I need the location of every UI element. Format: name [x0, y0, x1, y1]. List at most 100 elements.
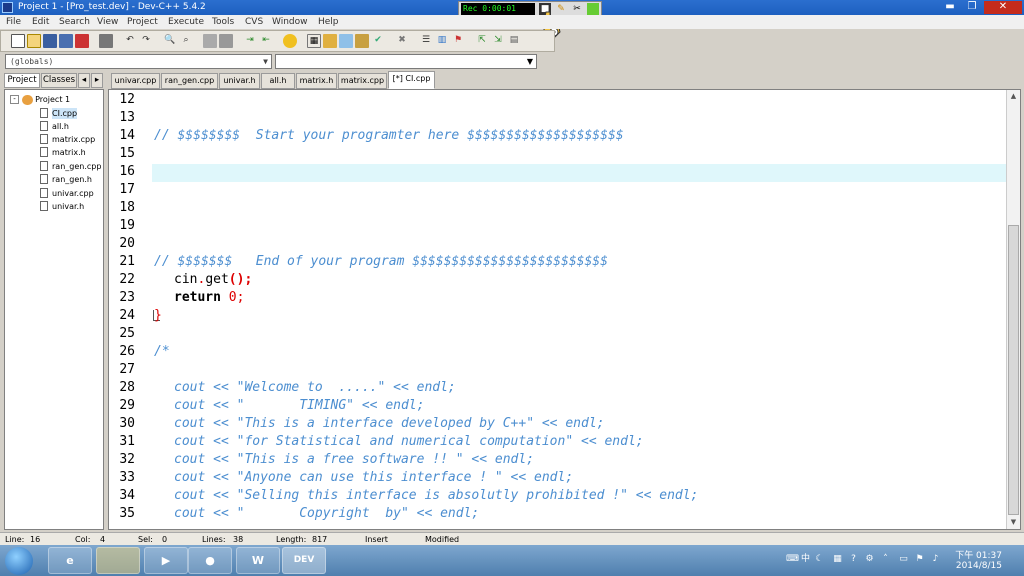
start-button[interactable]: [5, 547, 33, 575]
file-tab-univar-h[interactable]: univar.h: [219, 73, 260, 89]
profile-icon[interactable]: ⚑: [451, 34, 465, 48]
code-line-31: cout << "for Statistical and numerical c…: [174, 434, 644, 449]
tab-scroll-right[interactable]: ▸: [91, 73, 103, 88]
file-tab-matrix-cpp[interactable]: matrix.cpp: [338, 73, 387, 89]
tab-scroll-left[interactable]: ◂: [78, 73, 90, 88]
tab-project[interactable]: Project: [4, 73, 40, 88]
goto-icon[interactable]: ⇥: [243, 34, 257, 48]
chrome-icon[interactable]: ●: [188, 547, 232, 574]
scroll-down-icon[interactable]: ▼: [1007, 516, 1020, 529]
menu-window[interactable]: Window: [272, 16, 308, 28]
chevron-up-icon[interactable]: ˄: [880, 554, 891, 565]
options-icon[interactable]: ▤: [507, 34, 521, 48]
word-icon[interactable]: W: [236, 547, 280, 574]
find-icon[interactable]: 🔍: [163, 34, 177, 48]
maximize-button[interactable]: ❐: [962, 1, 982, 14]
add-file-icon[interactable]: ⇱: [475, 34, 489, 48]
tree-file[interactable]: CI.cpp: [40, 108, 78, 119]
scope-combo[interactable]: (globals) ▼: [5, 54, 272, 69]
save-all-icon[interactable]: [59, 34, 73, 48]
file-tab-all-h[interactable]: all.h: [261, 73, 295, 89]
status-sel-label: Sel:: [138, 535, 153, 544]
tree-file[interactable]: univar.h: [40, 201, 84, 212]
tree-file[interactable]: ran_gen.cpp: [40, 161, 101, 172]
line-number: 14: [119, 128, 135, 143]
menu-help[interactable]: Help: [318, 16, 339, 28]
project-icon: [21, 94, 33, 105]
stop-execution-icon[interactable]: ✖: [395, 34, 409, 48]
vertical-scrollbar[interactable]: ▲ ▼: [1006, 90, 1020, 529]
line-number: 18: [119, 200, 135, 215]
menu-search[interactable]: Search: [59, 16, 90, 28]
menu-cvs[interactable]: CVS: [245, 16, 263, 28]
grid-icon[interactable]: ▦: [307, 34, 321, 48]
tree-file[interactable]: univar.cpp: [40, 188, 94, 199]
print-icon[interactable]: [99, 34, 113, 48]
app-icon[interactable]: [2, 2, 13, 13]
tree-file[interactable]: matrix.cpp: [40, 134, 95, 145]
tab-classes[interactable]: Classes: [41, 73, 77, 88]
compile-run-icon[interactable]: [355, 34, 369, 48]
devcpp-icon[interactable]: DEV: [282, 547, 326, 574]
chinese-ime-icon[interactable]: 中: [800, 554, 811, 565]
function-combo[interactable]: ▼: [275, 54, 537, 69]
check-icon[interactable]: ✔: [371, 34, 385, 48]
media-player-icon[interactable]: ▶: [144, 547, 188, 574]
open-file-icon[interactable]: [27, 34, 41, 48]
scroll-up-icon[interactable]: ▲: [1007, 90, 1020, 103]
ie-icon[interactable]: e: [48, 547, 92, 574]
file-tab-ci-cpp[interactable]: [*] CI.cpp: [388, 71, 435, 89]
file-tab-univar-cpp[interactable]: univar.cpp: [111, 73, 160, 89]
settings-icon[interactable]: ⚙: [864, 554, 875, 565]
remove-file-icon[interactable]: ⇲: [491, 34, 505, 48]
status-lines-label: Lines:: [202, 535, 226, 544]
tree-file[interactable]: ran_gen.h: [40, 174, 92, 185]
scrollbar-thumb[interactable]: [1008, 225, 1019, 515]
code-editor[interactable]: 12 13 14 15 16 17 18 19 20 21 22 23 24 2…: [108, 89, 1021, 530]
menu-execute[interactable]: Execute: [168, 16, 204, 28]
run-icon[interactable]: [339, 34, 353, 48]
menu-view[interactable]: View: [97, 16, 118, 28]
clock-time[interactable]: 下午 01:37: [955, 548, 1002, 561]
volume-icon[interactable]: ♪: [930, 554, 941, 565]
grid-icon[interactable]: ▦: [832, 554, 843, 565]
minimize-button[interactable]: ▬: [940, 1, 960, 14]
explorer-icon[interactable]: [96, 547, 140, 574]
undo-icon[interactable]: ↶: [123, 34, 137, 48]
ime-icon[interactable]: ⌨: [786, 554, 799, 565]
close-file-icon[interactable]: [75, 34, 89, 48]
close-button[interactable]: ✕: [984, 1, 1022, 14]
save-icon[interactable]: [43, 34, 57, 48]
debug-icon[interactable]: ☰: [419, 34, 433, 48]
scissors-icon[interactable]: ✂: [571, 3, 583, 15]
collapse-icon[interactable]: -: [10, 95, 19, 104]
green-square-icon[interactable]: [587, 3, 599, 15]
network-icon[interactable]: ▭: [898, 554, 909, 565]
file-tab-matrix-h[interactable]: matrix.h: [296, 73, 337, 89]
project-name: Project 1: [35, 95, 71, 104]
menu-project[interactable]: Project: [127, 16, 158, 28]
code-line-30: cout << "This is a interface developed b…: [174, 416, 605, 431]
tree-root[interactable]: - Project 1: [10, 94, 70, 105]
clock-date[interactable]: 2014/8/15: [956, 561, 1002, 571]
tree-file[interactable]: all.h: [40, 121, 69, 132]
compile-icon[interactable]: [323, 34, 337, 48]
redo-icon[interactable]: ↷: [139, 34, 153, 48]
menu-tools[interactable]: Tools: [212, 16, 234, 28]
indent-icon[interactable]: [203, 34, 217, 48]
line-number: 27: [119, 362, 135, 377]
bookmark-icon[interactable]: [283, 34, 297, 48]
replace-icon[interactable]: ⌕: [179, 34, 193, 48]
menu-edit[interactable]: Edit: [32, 16, 49, 28]
file-tab-ran-gen-cpp[interactable]: ran_gen.cpp: [161, 73, 218, 89]
new-file-icon[interactable]: [11, 34, 25, 48]
tree-file[interactable]: matrix.h: [40, 147, 86, 158]
flag-icon[interactable]: ⚑: [914, 554, 925, 565]
chart-icon[interactable]: ▥: [435, 34, 449, 48]
menu-file[interactable]: File: [6, 16, 21, 28]
unindent-icon[interactable]: [219, 34, 233, 48]
line-number: 34: [119, 488, 135, 503]
moon-icon[interactable]: ☾: [814, 554, 825, 565]
back-icon[interactable]: ⇤: [259, 34, 273, 48]
help-icon[interactable]: ?: [848, 554, 859, 565]
